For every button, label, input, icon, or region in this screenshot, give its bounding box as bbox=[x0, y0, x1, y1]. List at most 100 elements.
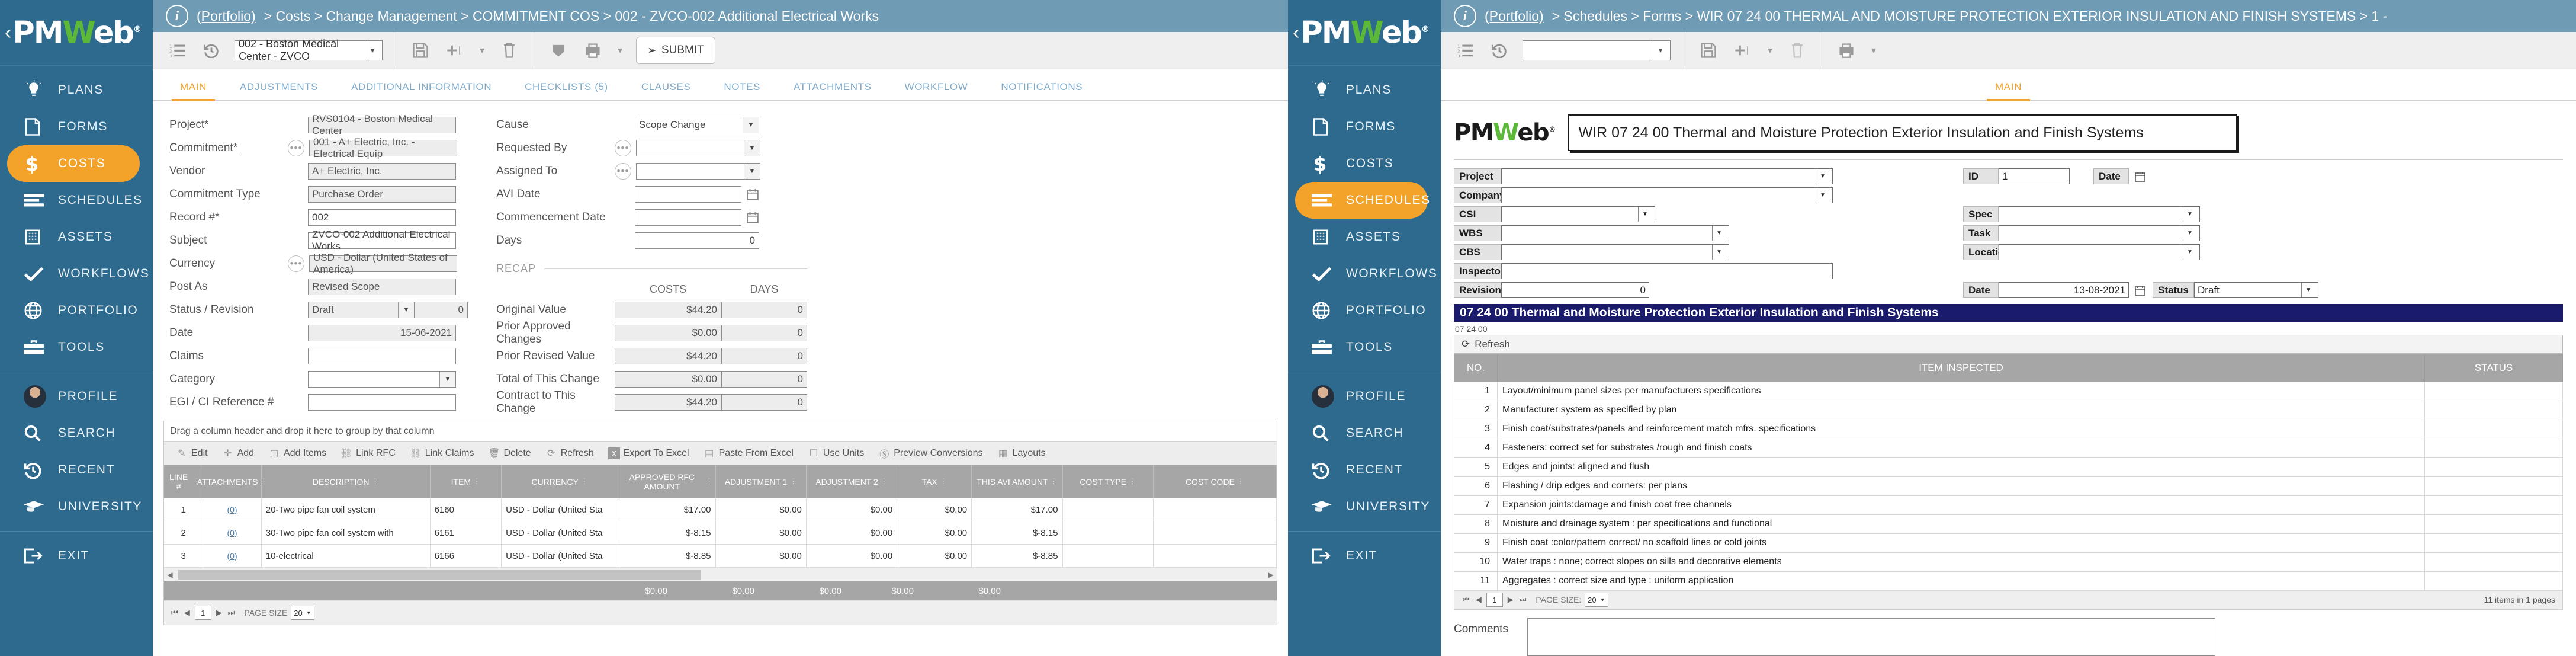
prev-page-icon[interactable]: ◀ bbox=[1475, 595, 1483, 604]
grid-preview-conversions-button[interactable]: Ⓢ Preview Conversions bbox=[871, 447, 990, 460]
table-row[interactable]: 1 Layout/minimum panel sizes per manufact… bbox=[1454, 381, 2563, 401]
cbs-select[interactable]: ▼ bbox=[1501, 244, 1729, 260]
commencement-date-input[interactable] bbox=[635, 209, 741, 226]
sidebar-item-costs[interactable]: $ COSTS bbox=[1288, 145, 1441, 182]
tab-notes[interactable]: NOTES bbox=[707, 81, 777, 100]
sidebar-item-recent[interactable]: RECENT bbox=[0, 452, 153, 488]
tab-adjustments[interactable]: ADJUSTMENTS bbox=[223, 81, 335, 100]
sidebar-item-recent[interactable]: RECENT bbox=[1288, 452, 1441, 488]
breadcrumb-portfolio-link[interactable]: (Portfolio) bbox=[1485, 8, 1544, 24]
calendar-icon[interactable] bbox=[2132, 283, 2148, 298]
col-adjustment-2[interactable]: ADJUSTMENT 2 ⋮ bbox=[806, 465, 898, 498]
company-select[interactable]: ▼ bbox=[1501, 187, 1833, 203]
table-row[interactable]: 10 Water traps : none; correct slopes on … bbox=[1454, 552, 2563, 572]
table-row[interactable]: 1 (0) 20-Two pipe fan coil system 6160 U… bbox=[164, 498, 1277, 521]
tab-notifications[interactable]: NOTIFICATIONS bbox=[984, 81, 1099, 100]
col-this-avi-amount[interactable]: THIS AVI AMOUNT ⋮ bbox=[971, 465, 1063, 498]
col-adjustment-1[interactable]: ADJUSTMENT 1 ⋮ bbox=[715, 465, 807, 498]
cause-select[interactable]: Scope Change ▼ bbox=[635, 116, 759, 133]
assigned-to-select[interactable]: ▼ bbox=[636, 162, 760, 180]
table-row[interactable]: 3 Finish coat/substrates/panels and reinf… bbox=[1454, 419, 2563, 439]
grid-add-button[interactable]: ✛ Add bbox=[215, 447, 261, 459]
chevron-down-icon[interactable]: ▾ bbox=[1870, 39, 1878, 62]
date-input[interactable]: 15-06-2021 bbox=[308, 324, 456, 341]
grid-horizontal-scrollbar[interactable]: ◀ ▶ bbox=[164, 568, 1277, 581]
chevron-down-icon[interactable]: ▼ bbox=[439, 371, 455, 387]
status-select[interactable]: Draft ▼ bbox=[2194, 282, 2318, 298]
sidebar-item-portfolio[interactable]: PORTFOLIO bbox=[1288, 292, 1441, 329]
ellipsis-icon[interactable]: ••• bbox=[288, 139, 304, 156]
scroll-right-icon[interactable]: ▶ bbox=[1265, 571, 1277, 579]
category-select[interactable]: ▼ bbox=[308, 370, 456, 388]
grid-delete-button[interactable]: 🗑 Delete bbox=[481, 447, 538, 459]
commitment-input[interactable]: 001 - A+ Electric, Inc. - Electrical Equ… bbox=[309, 136, 457, 159]
col-item[interactable]: ITEM ⋮ bbox=[430, 465, 502, 498]
requested-by-select[interactable]: ▼ bbox=[636, 139, 760, 156]
sidebar-item-workflows[interactable]: WORKFLOWS bbox=[0, 255, 153, 292]
egi-reference-input[interactable] bbox=[308, 393, 456, 411]
calendar-icon[interactable] bbox=[745, 210, 760, 225]
sidebar-item-university[interactable]: UNIVERSITY bbox=[1288, 488, 1441, 525]
trash-icon[interactable] bbox=[498, 39, 521, 62]
calendar-icon[interactable] bbox=[745, 187, 760, 202]
print-icon[interactable] bbox=[1835, 39, 1858, 62]
sidebar-item-schedules[interactable]: SCHEDULES bbox=[0, 182, 153, 219]
inspector-input[interactable] bbox=[1501, 263, 1833, 279]
comments-textarea[interactable] bbox=[1527, 618, 2215, 656]
sidebar-item-exit[interactable]: EXIT bbox=[0, 537, 153, 574]
calendar-icon[interactable] bbox=[2132, 169, 2148, 184]
scroll-thumb[interactable] bbox=[178, 570, 701, 580]
col-cost-type[interactable]: COST TYPE ⋮ bbox=[1062, 465, 1154, 498]
sidebar-item-search[interactable]: SEARCH bbox=[0, 415, 153, 452]
project-select[interactable]: ▼ bbox=[1501, 168, 1833, 184]
commitment-type-input[interactable]: Purchase Order bbox=[308, 185, 456, 203]
days-input[interactable]: 0 bbox=[635, 232, 759, 249]
col-approved-rfc-amount[interactable]: APPROVED RFC AMOUNT ⋮ bbox=[618, 465, 716, 498]
list-numbered-icon[interactable]: 123 bbox=[166, 39, 188, 62]
table-row[interactable]: 6 Flashing / drip edges and corners: per … bbox=[1454, 476, 2563, 496]
record-select[interactable]: 002 - Boston Medical Center - ZVCO ▼ bbox=[235, 38, 383, 62]
info-icon[interactable]: i bbox=[166, 5, 188, 27]
col-attachments[interactable]: ATTACHMENTS ⋮ bbox=[197, 465, 267, 498]
sidebar-item-workflows[interactable]: WORKFLOWS bbox=[1288, 255, 1441, 292]
record-number-input[interactable]: 002 bbox=[308, 209, 456, 226]
print-icon[interactable] bbox=[582, 39, 604, 62]
ellipsis-icon[interactable]: ••• bbox=[615, 162, 631, 180]
list-numbered-icon[interactable]: 123 bbox=[1454, 39, 1476, 62]
page-number-input[interactable]: 1 bbox=[194, 606, 211, 620]
tab-checklists[interactable]: CHECKLISTS (5) bbox=[508, 81, 625, 100]
grid-export-excel-button[interactable]: X Export To Excel bbox=[601, 447, 696, 459]
collapse-chevron-icon[interactable]: ‹ bbox=[1293, 23, 1299, 43]
table-row[interactable]: 11 Aggregates : correct size and type : u… bbox=[1454, 571, 2563, 591]
chevron-down-icon[interactable]: ▼ bbox=[1653, 41, 1668, 60]
date-input[interactable]: 13-08-2021 bbox=[1999, 282, 2129, 298]
tab-main[interactable]: MAIN bbox=[1978, 81, 2038, 101]
add-icon[interactable] bbox=[444, 39, 466, 62]
chevron-down-icon[interactable]: ▼ bbox=[744, 140, 760, 156]
ellipsis-icon[interactable]: ••• bbox=[615, 139, 631, 156]
group-by-dropzone[interactable]: Drag a column header and drop it here to… bbox=[164, 421, 1277, 442]
save-icon[interactable] bbox=[1697, 39, 1720, 62]
chevron-down-icon[interactable]: ▼ bbox=[365, 41, 380, 60]
project-input[interactable]: RVS0104 - Boston Medical Center bbox=[308, 113, 456, 136]
col-cost-code[interactable]: COST CODE ⋮ bbox=[1153, 465, 1277, 498]
next-page-icon[interactable]: ▶ bbox=[1507, 595, 1515, 604]
sidebar-item-plans[interactable]: PLANS bbox=[1288, 72, 1441, 108]
pmweb-logo[interactable]: ‹ PMWeb® bbox=[1288, 0, 1441, 66]
collapse-chevron-icon[interactable]: ‹ bbox=[5, 23, 11, 43]
page-size-select[interactable]: 20 ▼ bbox=[1585, 593, 1608, 607]
next-page-icon[interactable]: ▶ bbox=[215, 608, 223, 617]
location-select[interactable]: ▼ bbox=[1999, 244, 2200, 260]
sidebar-item-profile[interactable]: PROFILE bbox=[0, 378, 153, 415]
task-select[interactable]: ▼ bbox=[1999, 225, 2200, 241]
save-icon[interactable] bbox=[409, 39, 432, 62]
collapse-icon[interactable] bbox=[547, 39, 570, 62]
currency-input[interactable]: USD - Dollar (United States of America) bbox=[309, 252, 457, 275]
grid-use-units-checkbox[interactable]: ☐ Use Units bbox=[801, 447, 871, 459]
add-icon[interactable] bbox=[1732, 39, 1754, 62]
trash-icon[interactable] bbox=[1786, 39, 1809, 62]
cell-attachments[interactable]: (0) bbox=[203, 498, 262, 521]
sidebar-item-search[interactable]: SEARCH bbox=[1288, 415, 1441, 452]
status-select[interactable]: Draft ▼ bbox=[308, 301, 415, 318]
col-description[interactable]: DESCRIPTION ⋮ bbox=[261, 465, 431, 498]
